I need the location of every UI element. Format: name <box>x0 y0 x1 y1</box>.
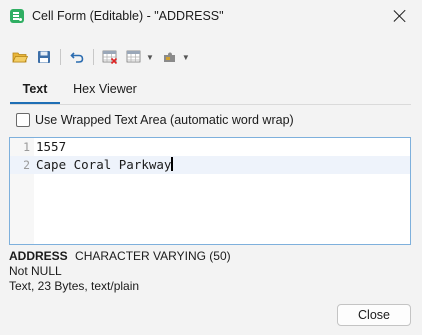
chevron-down-icon[interactable]: ▼ <box>182 53 190 62</box>
close-button[interactable]: Close <box>337 304 411 326</box>
column-info: ADDRESS CHARACTER VARYING (50) Not NULL … <box>9 249 231 294</box>
line-number: 2 <box>23 158 30 172</box>
close-window-icon[interactable] <box>390 6 410 26</box>
text-editor[interactable]: 1 1557 2 Cape Coral Parkway <box>9 137 411 245</box>
puzzle-icon[interactable] <box>160 47 180 67</box>
wrap-option-row: Use Wrapped Text Area (automatic word wr… <box>16 112 294 128</box>
tab-divider <box>10 104 411 105</box>
grid-icon[interactable] <box>124 47 144 67</box>
wrap-text-label[interactable]: Use Wrapped Text Area (automatic word wr… <box>35 113 294 127</box>
folder-open-icon[interactable] <box>10 47 30 67</box>
content-info: Text, 23 Bytes, text/plain <box>9 279 140 293</box>
tab-hex-viewer[interactable]: Hex Viewer <box>66 80 144 104</box>
wrap-text-checkbox[interactable] <box>16 113 30 127</box>
text-caret <box>171 157 173 171</box>
app-icon <box>10 9 24 23</box>
column-nullability: Not NULL <box>9 264 62 278</box>
undo-icon[interactable] <box>67 47 87 67</box>
toolbar: ▼ ▼ <box>10 46 192 68</box>
tab-bar: Text Hex Viewer <box>10 80 411 105</box>
line-text-content: Cape Coral Parkway <box>36 157 172 172</box>
cell-form-dialog: Cell Form (Editable) - "ADDRESS" ▼ ▼ Tex… <box>0 0 422 335</box>
toolbar-separator <box>60 49 61 65</box>
chevron-down-icon[interactable]: ▼ <box>146 53 154 62</box>
line-text[interactable]: 1557 <box>36 139 66 154</box>
line-text-current[interactable]: Cape Coral Parkway <box>36 157 173 172</box>
window-title: Cell Form (Editable) - "ADDRESS" <box>32 9 224 23</box>
save-icon[interactable] <box>34 47 54 67</box>
title-bar: Cell Form (Editable) - "ADDRESS" <box>0 0 422 32</box>
grid-delete-icon[interactable] <box>100 47 120 67</box>
tab-text[interactable]: Text <box>10 80 60 104</box>
line-number: 1 <box>23 140 30 154</box>
column-name: ADDRESS <box>9 249 68 263</box>
editor-line[interactable]: 1 1557 <box>10 138 410 156</box>
column-header-line: ADDRESS CHARACTER VARYING (50) <box>9 249 231 264</box>
editor-line-current[interactable]: 2 Cape Coral Parkway <box>10 156 410 174</box>
toolbar-separator <box>93 49 94 65</box>
column-type: CHARACTER VARYING (50) <box>75 249 231 263</box>
